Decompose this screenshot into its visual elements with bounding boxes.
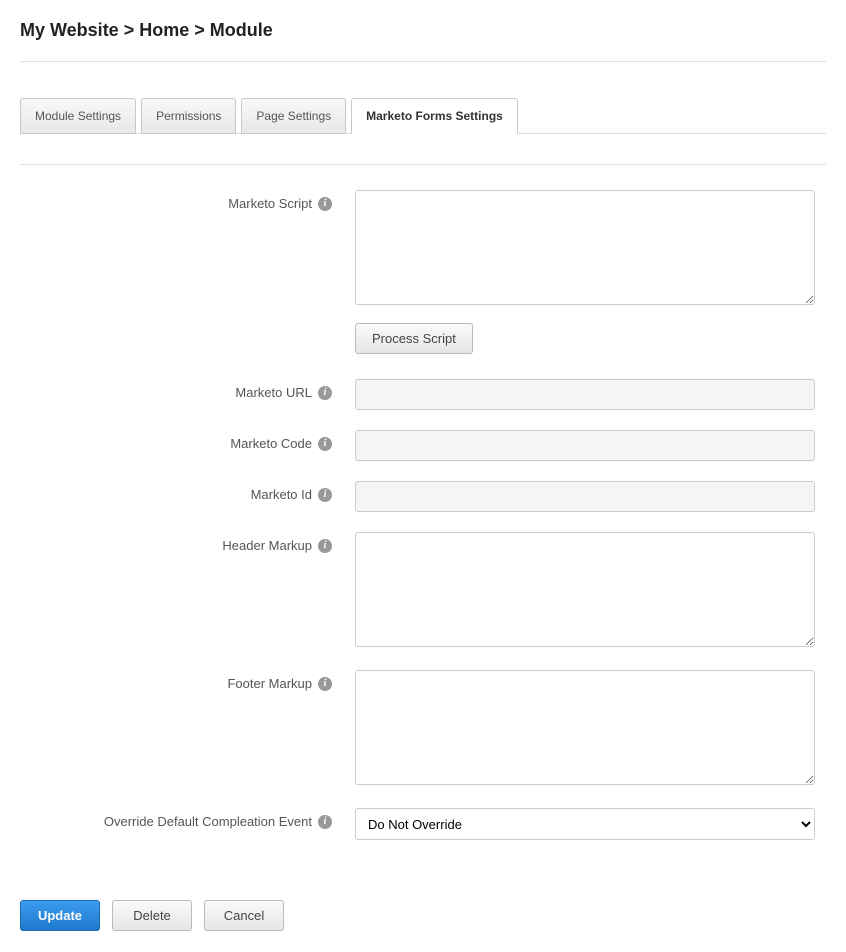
label-marketo-url: Marketo URL i [20,379,340,400]
breadcrumb-page: Module [210,20,273,40]
row-marketo-script: Marketo Script i [20,190,826,308]
label-footer-markup: Footer Markup i [20,670,340,691]
tab-module-settings[interactable]: Module Settings [20,98,136,134]
footer-markup-input[interactable] [355,670,815,785]
row-override-event: Override Default Compleation Event i Do … [20,808,826,840]
cancel-button[interactable]: Cancel [204,900,284,931]
info-icon[interactable]: i [318,488,332,502]
override-event-select[interactable]: Do Not Override [355,808,815,840]
label-marketo-script: Marketo Script i [20,190,340,211]
action-buttons: Update Delete Cancel [20,900,826,931]
delete-button[interactable]: Delete [112,900,192,931]
label-marketo-id: Marketo Id i [20,481,340,502]
tab-permissions[interactable]: Permissions [141,98,236,134]
label-override-event: Override Default Compleation Event i [20,808,340,829]
divider [20,61,826,62]
breadcrumb: My Website > Home > Module [20,20,826,61]
process-script-button[interactable]: Process Script [355,323,473,354]
info-icon[interactable]: i [318,539,332,553]
marketo-id-input[interactable] [355,481,815,512]
divider [20,164,826,165]
row-footer-markup: Footer Markup i [20,670,826,788]
breadcrumb-sep: > [194,20,210,40]
label-text: Marketo URL [235,385,312,400]
tab-page-settings[interactable]: Page Settings [241,98,346,134]
label-text: Marketo Script [228,196,312,211]
marketo-script-input[interactable] [355,190,815,305]
label-marketo-code: Marketo Code i [20,430,340,451]
info-icon[interactable]: i [318,815,332,829]
label-text: Marketo Code [230,436,312,451]
marketo-code-input[interactable] [355,430,815,461]
breadcrumb-section: Home [139,20,189,40]
label-text: Footer Markup [227,676,312,691]
info-icon[interactable]: i [318,386,332,400]
info-icon[interactable]: i [318,677,332,691]
breadcrumb-sep: > [124,20,140,40]
marketo-url-input[interactable] [355,379,815,410]
row-marketo-code: Marketo Code i [20,430,826,461]
label-header-markup: Header Markup i [20,532,340,553]
breadcrumb-site: My Website [20,20,119,40]
label-text: Override Default Compleation Event [104,814,312,829]
row-header-markup: Header Markup i [20,532,826,650]
row-marketo-url: Marketo URL i [20,379,826,410]
row-marketo-id: Marketo Id i [20,481,826,512]
tabs: Module Settings Permissions Page Setting… [20,97,826,134]
info-icon[interactable]: i [318,437,332,451]
label-text: Marketo Id [251,487,312,502]
header-markup-input[interactable] [355,532,815,647]
tab-marketo-forms-settings[interactable]: Marketo Forms Settings [351,98,518,134]
update-button[interactable]: Update [20,900,100,931]
label-text: Header Markup [222,538,312,553]
info-icon[interactable]: i [318,197,332,211]
